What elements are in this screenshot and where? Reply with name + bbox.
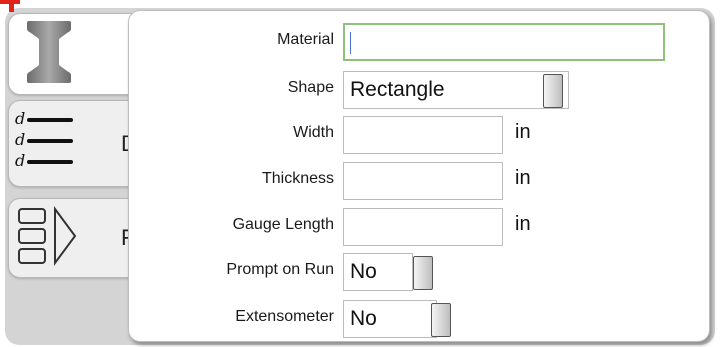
svg-text:d: d bbox=[15, 151, 25, 170]
extensometer-row: Extensometer No bbox=[129, 300, 709, 338]
thickness-unit: in bbox=[515, 167, 531, 189]
prompt-on-run-toggle[interactable] bbox=[413, 256, 433, 290]
svg-text:d: d bbox=[15, 109, 25, 128]
shape-row: Shape Rectangle bbox=[129, 71, 709, 109]
thickness-label: Thickness bbox=[261, 170, 334, 187]
text-caret bbox=[350, 32, 351, 54]
gauge-length-unit: in bbox=[515, 213, 531, 235]
prompt-on-run-row: Prompt on Run No bbox=[129, 253, 709, 291]
gauge-length-input[interactable] bbox=[343, 208, 503, 246]
prompt-on-run-select[interactable]: No bbox=[343, 253, 413, 291]
width-row: Width in bbox=[129, 116, 709, 154]
thickness-row: Thickness in bbox=[129, 162, 709, 200]
shape-dropdown-toggle[interactable] bbox=[543, 74, 563, 108]
procedure-stack-icon bbox=[18, 205, 77, 267]
width-input[interactable] bbox=[343, 116, 503, 154]
shape-select-value: Rectangle bbox=[350, 78, 445, 101]
extensometer-toggle[interactable] bbox=[431, 303, 451, 337]
gauge-length-row: Gauge Length in bbox=[129, 208, 709, 246]
prompt-on-run-label: Prompt on Run bbox=[226, 261, 334, 278]
material-row: Material bbox=[129, 23, 709, 61]
shape-select[interactable]: Rectangle bbox=[343, 71, 569, 109]
material-input[interactable] bbox=[343, 23, 665, 61]
brand-mark bbox=[0, 0, 20, 12]
width-label: Width bbox=[293, 124, 334, 141]
extensometer-value: No bbox=[350, 307, 377, 330]
svg-text:d: d bbox=[15, 130, 25, 149]
i-beam-icon bbox=[27, 21, 71, 83]
dimension-lines-icon: d d d bbox=[15, 109, 73, 170]
gauge-length-label: Gauge Length bbox=[232, 216, 334, 233]
material-form-panel: Material Shape Rectangle Width in Thickn… bbox=[128, 10, 710, 342]
extensometer-select[interactable]: No bbox=[343, 300, 437, 338]
shape-label: Shape bbox=[287, 79, 334, 96]
width-unit: in bbox=[515, 121, 531, 143]
thickness-input[interactable] bbox=[343, 162, 503, 200]
prompt-on-run-value: No bbox=[350, 260, 377, 283]
extensometer-label: Extensometer bbox=[235, 308, 334, 325]
material-label: Material bbox=[277, 31, 334, 48]
